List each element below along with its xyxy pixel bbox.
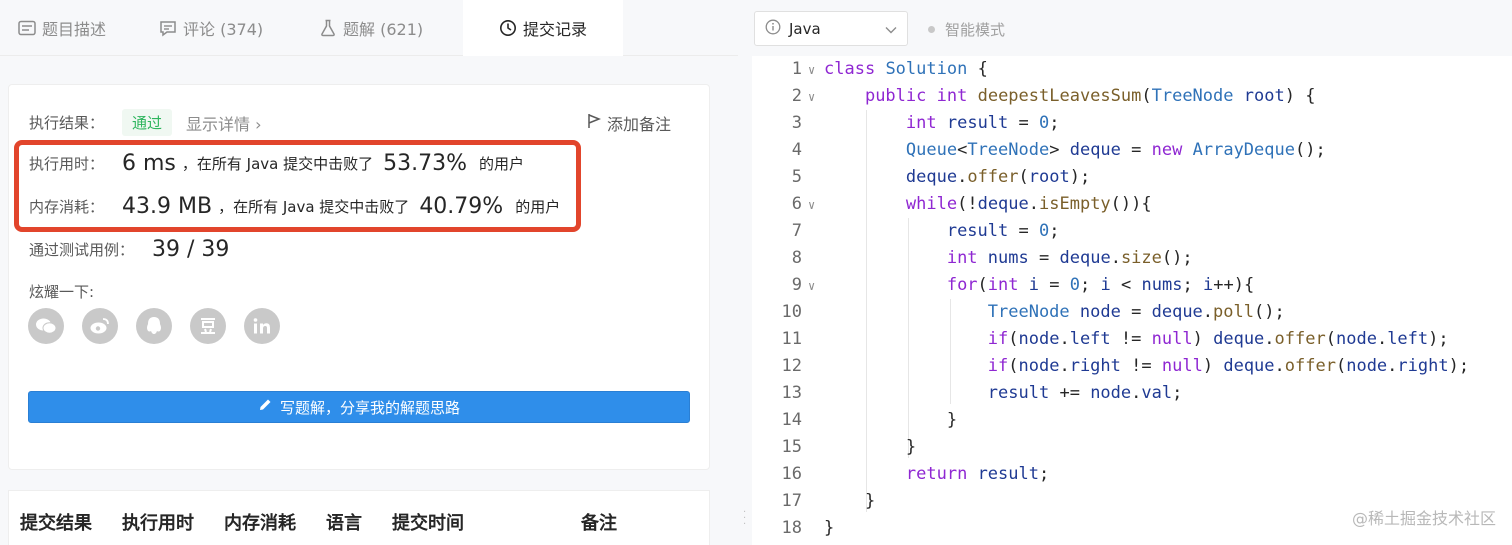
line-number: 5 [791,167,802,187]
line-number: 6 [791,194,802,214]
watermark: @稀土掘金技术社区 [1351,509,1496,528]
code-line: if(node.left != null) deque.offer(node.l… [987,329,1449,349]
line-number: 9 [791,275,802,295]
line-number: 4 [791,140,802,160]
write-solution-button[interactable]: 写题解，分享我的解题思路 [28,391,690,423]
code-line: for(int i = 0; i < nums; i++){ [946,275,1255,295]
line-number: 15 [781,437,802,457]
code-line: } [905,437,917,457]
line-number: 11 [781,329,802,349]
line-number: 14 [781,410,802,430]
add-note-label: 添加备注 [606,115,671,134]
line-number: 16 [781,464,802,484]
comment-icon [159,19,177,37]
flag-icon [587,113,602,133]
tab-submissions[interactable]: 提交记录 [463,0,623,56]
smart-mode-dot-icon [928,26,935,33]
flask-icon [319,19,337,37]
submissions-table-header: 提交结果 执行用时 内存消耗 语言 提交时间 备注 [8,490,710,545]
highlight-box [14,140,581,232]
line-number: 2 [791,86,802,106]
status-badge: 通过 [122,109,173,136]
show-details-link[interactable]: 显示详情 › [186,111,262,135]
tab-bar: 题目描述 评论 (374) 题解 (621) 提交记录 [0,0,738,56]
editor-toolbar: Java 智能模式 [752,0,1512,56]
write-solution-label: 写题解，分享我的解题思路 [279,398,460,417]
code-line: int result = 0; [905,113,1060,133]
code-line: if(node.right != null) deque.offer(node.… [987,356,1470,376]
line-number: 10 [781,302,802,322]
language-select[interactable]: Java [754,11,908,46]
line-number: 18 [781,518,802,538]
header-submit-time: 提交时间 [392,513,464,534]
code-line: result = 0; [946,221,1060,241]
code-line: class Solution { [824,59,988,79]
douban-icon[interactable] [190,308,226,344]
drag-handle-icon: · · · [743,507,747,530]
tab-label: 评论 (374) [183,20,264,39]
share-label: 炫耀一下: [29,283,95,301]
line-number: 1 [791,59,802,79]
wechat-icon[interactable] [28,308,64,344]
line-number: 8 [791,248,802,268]
weibo-icon[interactable] [82,308,118,344]
tests-label: 通过测试用例： [29,241,135,259]
line-number: 17 [781,491,802,511]
line-number: 3 [791,113,802,133]
left-pane: 题目描述 评论 (374) 题解 (621) 提交记录 执行结果： 通过 显示详… [0,0,738,545]
fold-chevron-icon[interactable]: ∨ [808,90,815,104]
editor-pane: Java 智能模式 1 2 3 4 5 6 7 8 9 10 11 12 13 … [752,0,1512,545]
language-label: Java [789,19,821,38]
pane-splitter[interactable]: · · · [738,0,752,545]
tests-value: 39 / 39 [152,237,230,262]
header-result: 提交结果 [20,513,92,534]
tab-label: 提交记录 [522,20,587,39]
smart-mode-label: 智能模式 [945,21,1006,39]
add-note-button[interactable]: 添加备注 [587,111,671,135]
code-line: TreeNode node = deque.poll(); [987,302,1285,322]
tests-row: 通过测试用例： 39 / 39 [29,237,229,262]
result-label: 执行结果： [29,114,105,132]
code-line: } [946,410,958,430]
pencil-icon [258,398,272,416]
app-root: 题目描述 评论 (374) 题解 (621) 提交记录 执行结果： 通过 显示详… [0,0,1512,545]
code-line: public int deepestLeavesSum(TreeNode roo… [864,86,1316,106]
header-memory: 内存消耗 [224,513,296,534]
line-number: 7 [791,221,802,241]
clock-icon [499,19,517,37]
header-runtime: 执行用时 [122,513,194,534]
line-number: 13 [781,383,802,403]
fold-chevron-icon[interactable]: ∨ [808,63,815,77]
linkedin-icon[interactable] [244,308,280,344]
fold-chevron-icon[interactable]: ∨ [808,198,815,212]
header-note: 备注 [581,513,617,534]
fold-chevron-icon[interactable]: ∨ [808,279,815,293]
info-icon [765,19,781,39]
code-line: return result; [905,464,1050,484]
description-icon [18,19,36,37]
qq-icon[interactable] [136,308,172,344]
line-number: 12 [781,356,802,376]
tab-comments[interactable]: 评论 (374) [141,0,301,56]
chevron-down-icon [885,20,897,38]
share-icons [28,308,280,344]
smart-mode-toggle[interactable]: 智能模式 [928,19,1005,40]
code-line: while(!deque.isEmpty()){ [905,194,1152,214]
result-row: 执行结果： 通过 显示详情 › [29,109,262,136]
code-editor[interactable]: 1 2 3 4 5 6 7 8 9 10 11 12 13 14 15 16 1… [752,56,1512,545]
header-language: 语言 [326,513,362,534]
tab-label: 题解 (621) [343,20,424,39]
tab-description[interactable]: 题目描述 [0,0,141,56]
code-line: } [864,491,876,511]
code-line: } [824,518,835,538]
code-line: deque.offer(root); [905,167,1091,187]
code-line: result += node.val; [987,383,1183,403]
code-line: Queue<TreeNode> deque = new ArrayDeque()… [905,140,1326,160]
tab-label: 题目描述 [42,20,107,39]
code-line: int nums = deque.size(); [946,248,1193,268]
tab-solutions[interactable]: 题解 (621) [301,0,463,56]
share-row: 炫耀一下: [29,281,94,302]
